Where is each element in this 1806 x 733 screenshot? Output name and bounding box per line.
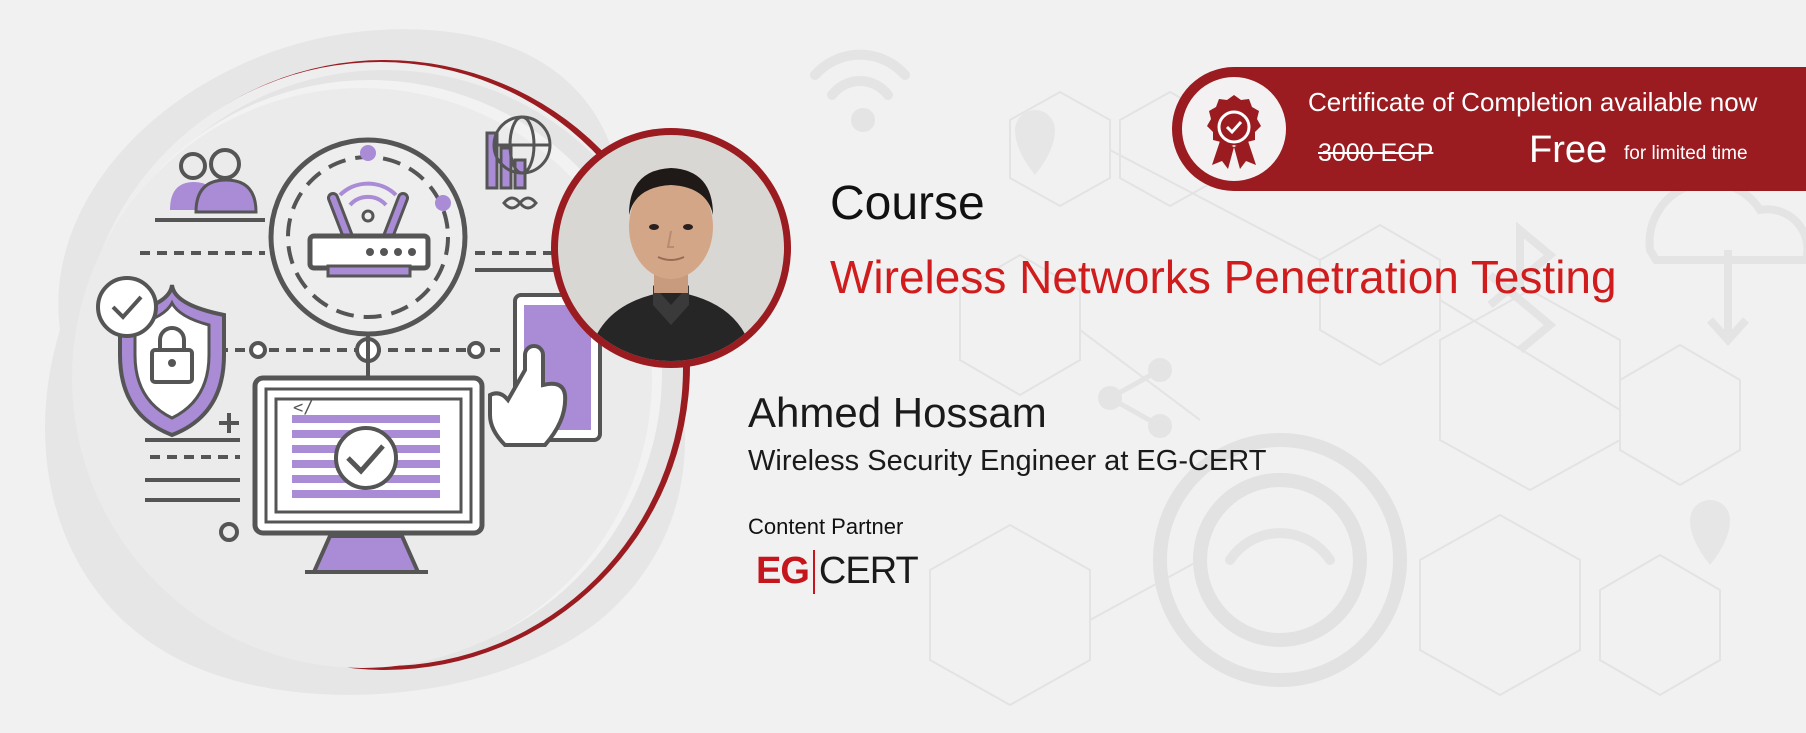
svg-text:</: </ bbox=[293, 398, 313, 418]
course-label: Course bbox=[830, 177, 985, 230]
logo-cert-text: CERT bbox=[818, 550, 919, 592]
course-title: Wireless Networks Penetration Testing bbox=[830, 251, 1617, 303]
logo-divider bbox=[812, 550, 815, 594]
instructor-photo bbox=[551, 128, 791, 368]
logo-eg-text: EG bbox=[756, 550, 810, 592]
content-partner-label: Content Partner bbox=[748, 514, 904, 539]
instructor-role: Wireless Security Engineer at EG-CERT bbox=[748, 445, 1267, 477]
award-ribbon-icon bbox=[1182, 77, 1286, 181]
old-price: 3000 EGP bbox=[1318, 139, 1434, 167]
price-free: Free bbox=[1529, 129, 1608, 171]
certificate-banner: Certificate of Completion available now … bbox=[1172, 67, 1806, 191]
instructor-name: Ahmed Hossam bbox=[748, 389, 1047, 436]
eg-cert-logo: EG CERT bbox=[756, 550, 919, 594]
limited-time-note: for limited time bbox=[1624, 143, 1748, 164]
instructor-portrait-image bbox=[558, 135, 784, 361]
certificate-headline: Certificate of Completion available now bbox=[1308, 87, 1758, 117]
